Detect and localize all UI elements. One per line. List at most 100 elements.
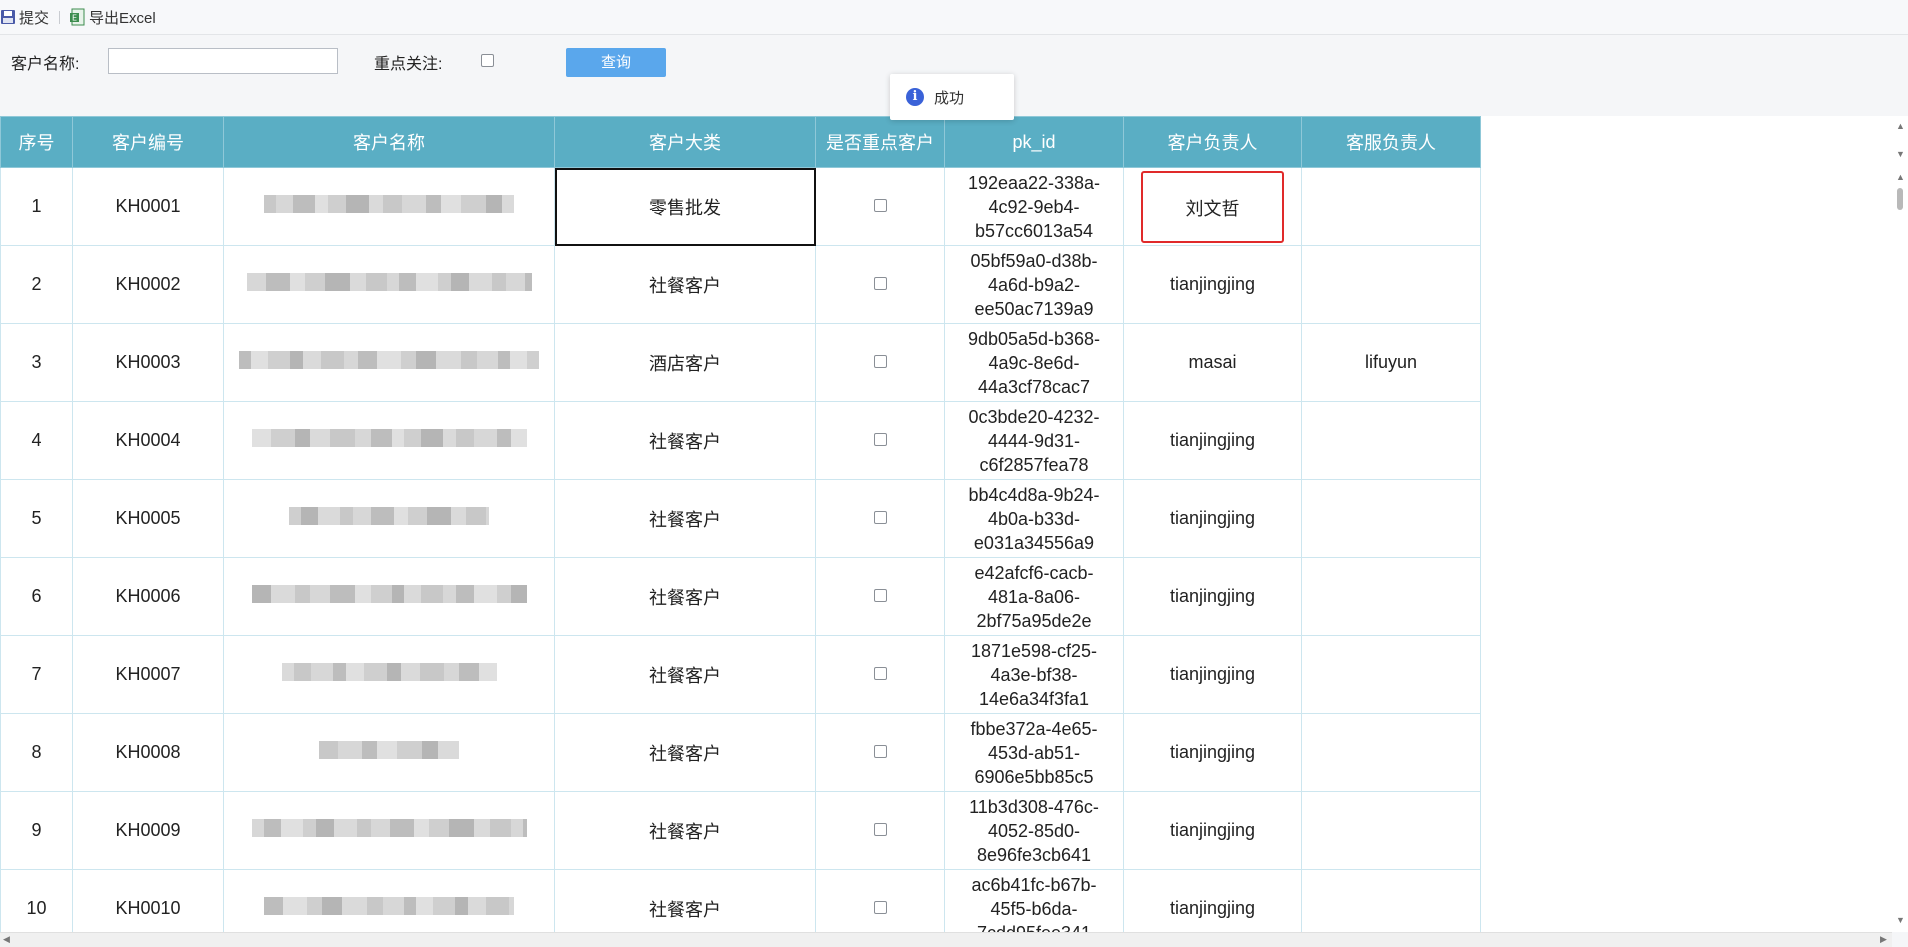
customer-code-cell[interactable]: KH0008 xyxy=(72,713,224,792)
scroll-left-icon[interactable]: ◀ xyxy=(3,935,10,944)
pk-id-cell[interactable]: 1871e598-cf25- 4a3e-bf38- 14e6a34f3fa1 xyxy=(944,635,1124,714)
pk-id-cell[interactable]: e42afcf6-cacb- 481a-8a06- 2bf75a95de2e xyxy=(944,557,1124,636)
customer-name-cell[interactable] xyxy=(223,557,555,636)
key-customer-cell[interactable] xyxy=(815,401,945,480)
table-row[interactable]: 9 KH0009 社餐客户 11b3d308-476c- 4052-85d0- 8e96f… xyxy=(0,791,1481,870)
key-customer-cell[interactable] xyxy=(815,479,945,558)
customer-name-cell[interactable] xyxy=(223,791,555,870)
owner-cell[interactable]: tianjingjing xyxy=(1123,479,1302,558)
customer-category-cell[interactable]: 社餐客户 xyxy=(554,869,816,932)
table-row[interactable]: 6 KH0006 社餐客户 e42afcf6-cacb- 481a-8a06- 2bf75… xyxy=(0,557,1481,636)
owner-cell[interactable]: tianjingjing xyxy=(1123,635,1302,714)
column-header-pk-id[interactable]: pk_id xyxy=(944,116,1124,168)
table-row[interactable]: 8 KH0008 社餐客户 fbbe372a-4e65- 453d-ab51- 6906e… xyxy=(0,713,1481,792)
column-header-owner[interactable]: 客户负责人 xyxy=(1123,116,1302,168)
row-index-cell[interactable]: 9 xyxy=(0,791,73,870)
customer-code-cell[interactable]: KH0010 xyxy=(72,869,224,932)
key-customer-cell[interactable] xyxy=(815,791,945,870)
customer-category-cell[interactable]: 酒店客户 xyxy=(554,323,816,402)
customer-code-cell[interactable]: KH0006 xyxy=(72,557,224,636)
key-customer-cell[interactable] xyxy=(815,635,945,714)
key-customer-checkbox[interactable] xyxy=(873,745,887,758)
vertical-scrollbar[interactable]: ▲ ▼ ▲ ▼ xyxy=(1892,116,1908,932)
key-customer-checkbox[interactable] xyxy=(873,901,887,914)
service-owner-cell[interactable] xyxy=(1301,713,1481,792)
pk-id-cell[interactable]: ac6b41fc-b67b- 45f5-b6da- 7cdd95fee341 xyxy=(944,869,1124,932)
pk-id-cell[interactable]: 11b3d308-476c- 4052-85d0- 8e96fe3cb641 xyxy=(944,791,1124,870)
key-customer-checkbox[interactable] xyxy=(873,589,887,602)
key-customer-cell[interactable] xyxy=(815,245,945,324)
key-customer-cell[interactable] xyxy=(815,167,945,246)
service-owner-cell[interactable] xyxy=(1301,167,1481,246)
key-focus-checkbox[interactable] xyxy=(481,54,494,67)
key-customer-checkbox[interactable] xyxy=(873,355,887,368)
key-customer-cell[interactable] xyxy=(815,557,945,636)
service-owner-cell[interactable] xyxy=(1301,401,1481,480)
customer-code-cell[interactable]: KH0003 xyxy=(72,323,224,402)
service-owner-cell[interactable] xyxy=(1301,245,1481,324)
scroll-down-icon[interactable]: ▼ xyxy=(1896,150,1905,159)
customer-code-cell[interactable]: KH0001 xyxy=(72,167,224,246)
customer-code-cell[interactable]: KH0004 xyxy=(72,401,224,480)
owner-cell[interactable]: tianjingjing xyxy=(1123,245,1302,324)
column-header-category[interactable]: 客户大类 xyxy=(554,116,816,168)
customer-category-cell[interactable]: 社餐客户 xyxy=(554,791,816,870)
pk-id-cell[interactable]: 192eaa22-338a- 4c92-9eb4- b57cc6013a54 xyxy=(944,167,1124,246)
customer-code-cell[interactable]: KH0002 xyxy=(72,245,224,324)
customer-name-cell[interactable] xyxy=(223,401,555,480)
customer-name-cell[interactable] xyxy=(223,245,555,324)
service-owner-cell[interactable] xyxy=(1301,479,1481,558)
scroll-up-icon[interactable]: ▲ xyxy=(1896,173,1905,182)
owner-cell[interactable]: tianjingjing xyxy=(1123,401,1302,480)
customer-category-cell[interactable]: 社餐客户 xyxy=(554,713,816,792)
query-button[interactable]: 查询 xyxy=(566,48,666,77)
row-index-cell[interactable]: 8 xyxy=(0,713,73,792)
scroll-up-icon[interactable]: ▲ xyxy=(1896,122,1905,131)
scroll-thumb[interactable] xyxy=(1897,188,1903,210)
key-customer-checkbox[interactable] xyxy=(873,823,887,836)
scroll-right-icon[interactable]: ▶ xyxy=(1880,935,1887,944)
customer-name-cell[interactable] xyxy=(223,479,555,558)
customer-name-input[interactable] xyxy=(108,48,338,74)
service-owner-cell[interactable] xyxy=(1301,791,1481,870)
key-customer-cell[interactable] xyxy=(815,869,945,932)
row-index-cell[interactable]: 1 xyxy=(0,167,73,246)
key-customer-checkbox[interactable] xyxy=(873,511,887,524)
customer-code-cell[interactable]: KH0007 xyxy=(72,635,224,714)
row-index-cell[interactable]: 10 xyxy=(0,869,73,932)
column-header-index[interactable]: 序号 xyxy=(0,116,73,168)
row-index-cell[interactable]: 6 xyxy=(0,557,73,636)
owner-cell[interactable]: tianjingjing xyxy=(1123,791,1302,870)
table-row[interactable]: 2 KH0002 社餐客户 05bf59a0-d38b- 4a6d-b9a2- ee50a… xyxy=(0,245,1481,324)
table-row[interactable]: 3 KH0003 酒店客户 9db05a5d-b368- 4a9c-8e6d- 44a3c… xyxy=(0,323,1481,402)
horizontal-scrollbar[interactable]: ◀ ▶ xyxy=(0,932,1892,947)
customer-category-cell[interactable]: 社餐客户 xyxy=(554,479,816,558)
column-header-service-owner[interactable]: 客服负责人 xyxy=(1301,116,1481,168)
service-owner-cell[interactable] xyxy=(1301,557,1481,636)
owner-cell[interactable]: tianjingjing xyxy=(1123,713,1302,792)
row-index-cell[interactable]: 2 xyxy=(0,245,73,324)
pk-id-cell[interactable]: bb4c4d8a-9b24- 4b0a-b33d-e031a34556a9 xyxy=(944,479,1124,558)
scroll-down-icon[interactable]: ▼ xyxy=(1896,916,1905,925)
export-excel-button[interactable]: E 导出Excel xyxy=(70,7,156,28)
owner-cell[interactable]: masai xyxy=(1123,323,1302,402)
row-index-cell[interactable]: 3 xyxy=(0,323,73,402)
pk-id-cell[interactable]: 9db05a5d-b368- 4a9c-8e6d- 44a3cf78cac7 xyxy=(944,323,1124,402)
table-row[interactable]: 1 KH0001 零售批发 192eaa22-338a- 4c92-9eb4- b57cc… xyxy=(0,167,1481,246)
customer-category-cell[interactable]: 社餐客户 xyxy=(554,557,816,636)
customer-category-cell[interactable]: 社餐客户 xyxy=(554,635,816,714)
customer-name-cell[interactable] xyxy=(223,869,555,932)
table-row[interactable]: 4 KH0004 社餐客户 0c3bde20-4232- 4444-9d31- c6f28… xyxy=(0,401,1481,480)
key-customer-checkbox[interactable] xyxy=(873,667,887,680)
row-index-cell[interactable]: 5 xyxy=(0,479,73,558)
key-customer-cell[interactable] xyxy=(815,323,945,402)
customer-category-cell[interactable]: 零售批发 xyxy=(554,167,816,246)
submit-button[interactable]: 提交 xyxy=(0,7,49,28)
key-customer-checkbox[interactable] xyxy=(873,277,887,290)
table-row[interactable]: 10KH0010 社餐客户 ac6b41fc-b67b- 45f5-b6da- 7cdd… xyxy=(0,869,1481,932)
key-customer-checkbox[interactable] xyxy=(873,433,887,446)
customer-code-cell[interactable]: KH0009 xyxy=(72,791,224,870)
customer-category-cell[interactable]: 社餐客户 xyxy=(554,245,816,324)
column-header-code[interactable]: 客户编号 xyxy=(72,116,224,168)
row-index-cell[interactable]: 4 xyxy=(0,401,73,480)
